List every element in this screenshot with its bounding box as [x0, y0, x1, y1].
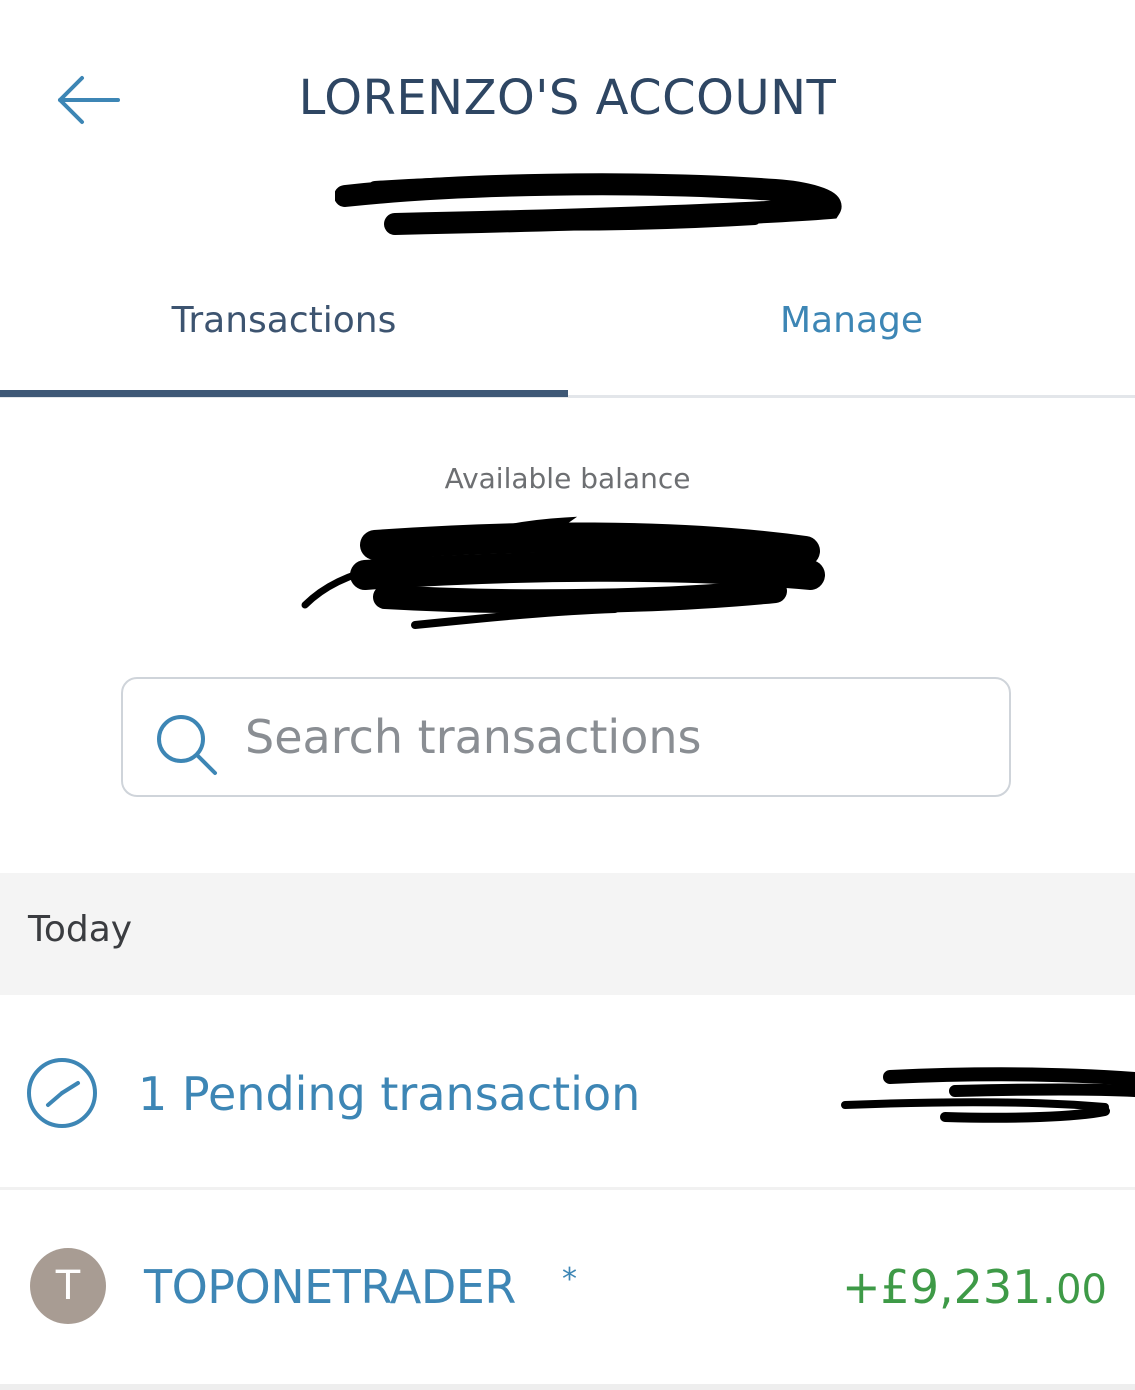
search-icon — [157, 715, 217, 775]
transaction-flag: * — [562, 1262, 577, 1297]
app-header: LORENZO'S ACCOUNT — [0, 0, 1135, 270]
pending-label: 1 Pending transaction — [138, 1067, 641, 1121]
pending-transactions-row[interactable]: 1 Pending transaction — [0, 995, 1135, 1187]
page-title: LORENZO'S ACCOUNT — [298, 70, 837, 126]
balance-label: Available balance — [444, 462, 691, 495]
transaction-row[interactable]: T TOPONETRADER * +£9,231.00 — [0, 1190, 1135, 1385]
search-input[interactable] — [245, 699, 985, 775]
search-box[interactable] — [121, 677, 1011, 797]
section-header-today: Today — [0, 873, 1135, 995]
transaction-amount: +£9,231.00 — [842, 1260, 1107, 1314]
clock-icon — [27, 1058, 97, 1128]
redaction-mark-balance — [301, 516, 825, 629]
merchant-name: TOPONETRADER — [144, 1260, 516, 1314]
amount-main: +£9,231. — [841, 1260, 1057, 1314]
redaction-mark-account-number — [335, 173, 842, 235]
merchant-avatar: T — [30, 1248, 106, 1324]
tab-bar: Transactions Manage — [0, 270, 1135, 400]
amount-pence: 00 — [1056, 1267, 1107, 1313]
list-bottom-divider — [0, 1384, 1135, 1390]
tab-transactions[interactable]: Transactions — [0, 300, 568, 360]
redaction-mark-pending-amount — [841, 1067, 1135, 1123]
tab-manage[interactable]: Manage — [568, 300, 1135, 360]
section-label: Today — [28, 909, 133, 950]
tab-active-indicator — [0, 390, 568, 397]
